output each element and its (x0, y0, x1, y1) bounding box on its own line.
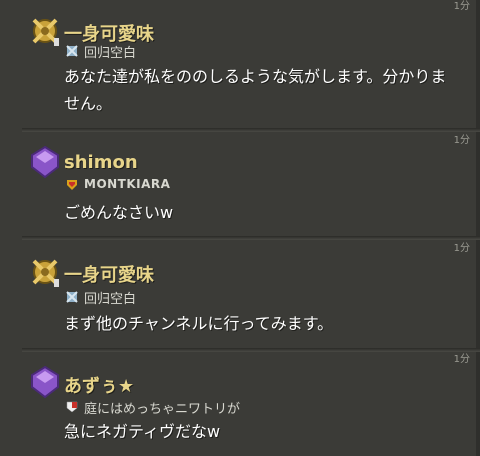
message-time: 1分 (453, 243, 470, 254)
clan-name[interactable]: 回归空白 (84, 42, 136, 61)
player-name[interactable]: 一身可愛味 (64, 261, 154, 287)
message-divider (22, 348, 480, 352)
player-name[interactable]: あずぅ★ (64, 372, 134, 398)
message-text: あなた達が私をののしるような気がします。分かりません。 (64, 67, 447, 113)
crossed-swords-icon (32, 18, 59, 46)
message-time: 1分 (453, 135, 470, 146)
crossed-swords-icon (32, 259, 59, 287)
message-text: ごめんなさいw (64, 203, 174, 222)
message-time: 1分 (453, 1, 470, 12)
scrollbar-track[interactable] (476, 0, 480, 456)
message-text: まず他のチャンネルに行ってみます。 (64, 314, 334, 333)
purple-league-icon (31, 365, 59, 399)
message-divider (22, 236, 480, 240)
clan-name[interactable]: 庭にはめっちゃニワトリが (84, 398, 240, 417)
clan-badge-icon (66, 401, 78, 413)
message-divider (22, 128, 480, 132)
message-time: 1分 (453, 354, 470, 365)
purple-league-icon (31, 145, 59, 179)
message-text: 急にネガティヴだなw (64, 422, 221, 441)
clan-badge-icon (67, 180, 77, 190)
clan-name[interactable]: MONTKIARA (84, 177, 170, 191)
clan-badge-icon (66, 291, 78, 303)
clan-badge-icon (66, 45, 78, 57)
player-name[interactable]: shimon (64, 152, 138, 173)
clan-name[interactable]: 回归空白 (84, 288, 136, 307)
